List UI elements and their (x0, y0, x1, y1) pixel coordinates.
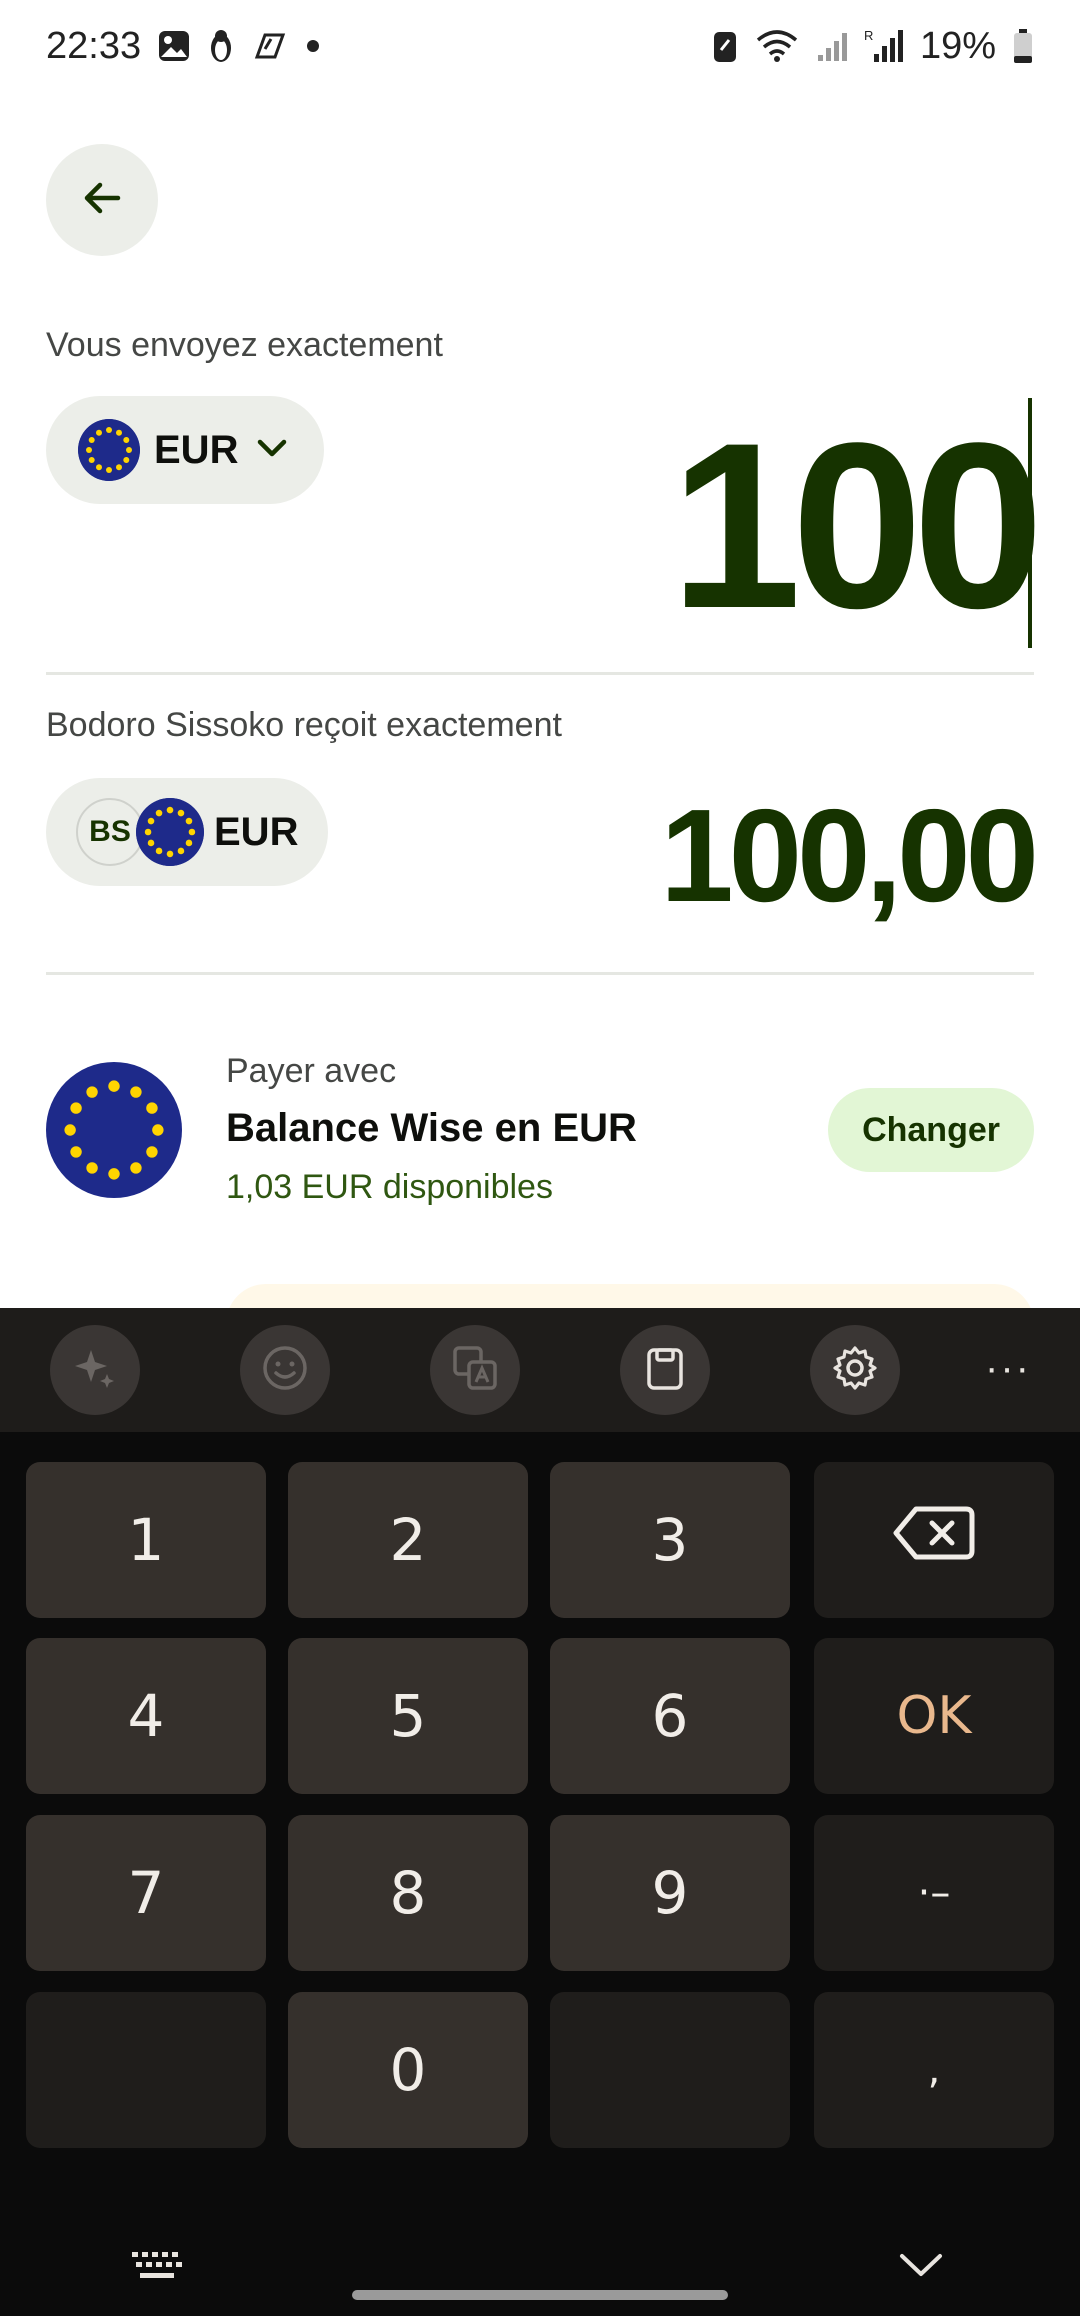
empty-key (26, 1992, 266, 2148)
ok-key[interactable]: OK (814, 1638, 1054, 1794)
key-9[interactable]: 9 (550, 1815, 790, 1971)
pay-source-title: Balance Wise en EUR (226, 1106, 637, 1150)
signal-weak-icon (816, 29, 848, 63)
svg-text:R: R (864, 28, 873, 43)
eu-flag-icon (78, 419, 140, 481)
battery-percent: 19% (919, 24, 996, 67)
battery-icon (1012, 28, 1034, 64)
key-7[interactable]: 7 (26, 1815, 266, 1971)
eu-flag-icon (136, 798, 204, 866)
clipboard-icon (641, 1344, 689, 1397)
translate-button[interactable] (430, 1325, 520, 1415)
pay-with-label: Payer avec (226, 1052, 397, 1090)
pay-source-available: 1,03 EUR disponibles (226, 1168, 553, 1206)
divider (46, 972, 1034, 975)
ai-tools-button[interactable] (50, 1325, 140, 1415)
battery-saver-icon (712, 28, 738, 64)
text-caret (1028, 398, 1032, 648)
key-2[interactable]: 2 (288, 1462, 528, 1618)
more-options-button[interactable]: ··· (978, 1348, 1038, 1392)
receive-label: Bodoro Sissoko reçoit exactement (46, 706, 562, 744)
backspace-icon (892, 1503, 976, 1577)
dot-dash-key[interactable]: ·– (814, 1815, 1054, 1971)
send-label: Vous envoyez exactement (46, 326, 443, 364)
key-1[interactable]: 1 (26, 1462, 266, 1618)
penguin-icon (207, 28, 235, 64)
divider (46, 672, 1034, 675)
wifi-icon (754, 28, 800, 64)
key-6[interactable]: 6 (550, 1638, 790, 1794)
key-8[interactable]: 8 (288, 1815, 528, 1971)
receive-currency-pill: BS EUR (46, 778, 329, 886)
signal-roaming-icon: R (864, 28, 904, 64)
status-bar: 22:33 R 19% (0, 0, 1080, 92)
home-indicator[interactable] (352, 2290, 728, 2300)
status-time: 22:33 (46, 24, 142, 67)
gallery-icon (157, 29, 191, 63)
recipient-avatar: BS (76, 798, 144, 866)
chevron-down-icon (252, 428, 292, 473)
send-amount-input[interactable]: 100 (670, 408, 1044, 644)
status-left: 22:33 (46, 25, 321, 68)
change-button[interactable]: Changer (828, 1088, 1034, 1172)
hide-keyboard-chevron-icon[interactable] (896, 2246, 946, 2291)
notification-dot-icon (305, 38, 321, 54)
status-right: R 19% (712, 25, 1034, 68)
keyboard-toolbar: ··· (0, 1308, 1080, 1432)
key-0[interactable]: 0 (288, 1992, 528, 2148)
emoji-button[interactable] (240, 1325, 330, 1415)
keyboard-switch-icon[interactable] (130, 2250, 186, 2287)
copilot-icon (251, 29, 289, 63)
comma-key[interactable]: , (814, 1992, 1054, 2148)
send-currency-code: EUR (154, 427, 239, 472)
key-3[interactable]: 3 (550, 1462, 790, 1618)
sparkle-icon (71, 1344, 119, 1397)
send-currency-selector[interactable]: EUR (46, 396, 325, 504)
receive-amount[interactable]: 100,00 (660, 790, 1039, 922)
numeric-keyboard: ··· 1 2 3 4 5 6 OK 7 8 9 ·– 0 , (0, 1308, 1080, 2316)
translate-icon (449, 1342, 501, 1399)
backspace-key[interactable] (814, 1462, 1054, 1618)
arrow-left-icon (80, 176, 124, 225)
emoji-icon (260, 1343, 310, 1398)
eu-flag-icon (46, 1062, 182, 1203)
clipboard-button[interactable] (620, 1325, 710, 1415)
gear-icon (830, 1343, 880, 1398)
settings-button[interactable] (810, 1325, 900, 1415)
back-button[interactable] (46, 144, 158, 256)
receive-currency-code: EUR (214, 809, 299, 854)
key-5[interactable]: 5 (288, 1638, 528, 1794)
empty-key (550, 1992, 790, 2148)
key-4[interactable]: 4 (26, 1638, 266, 1794)
